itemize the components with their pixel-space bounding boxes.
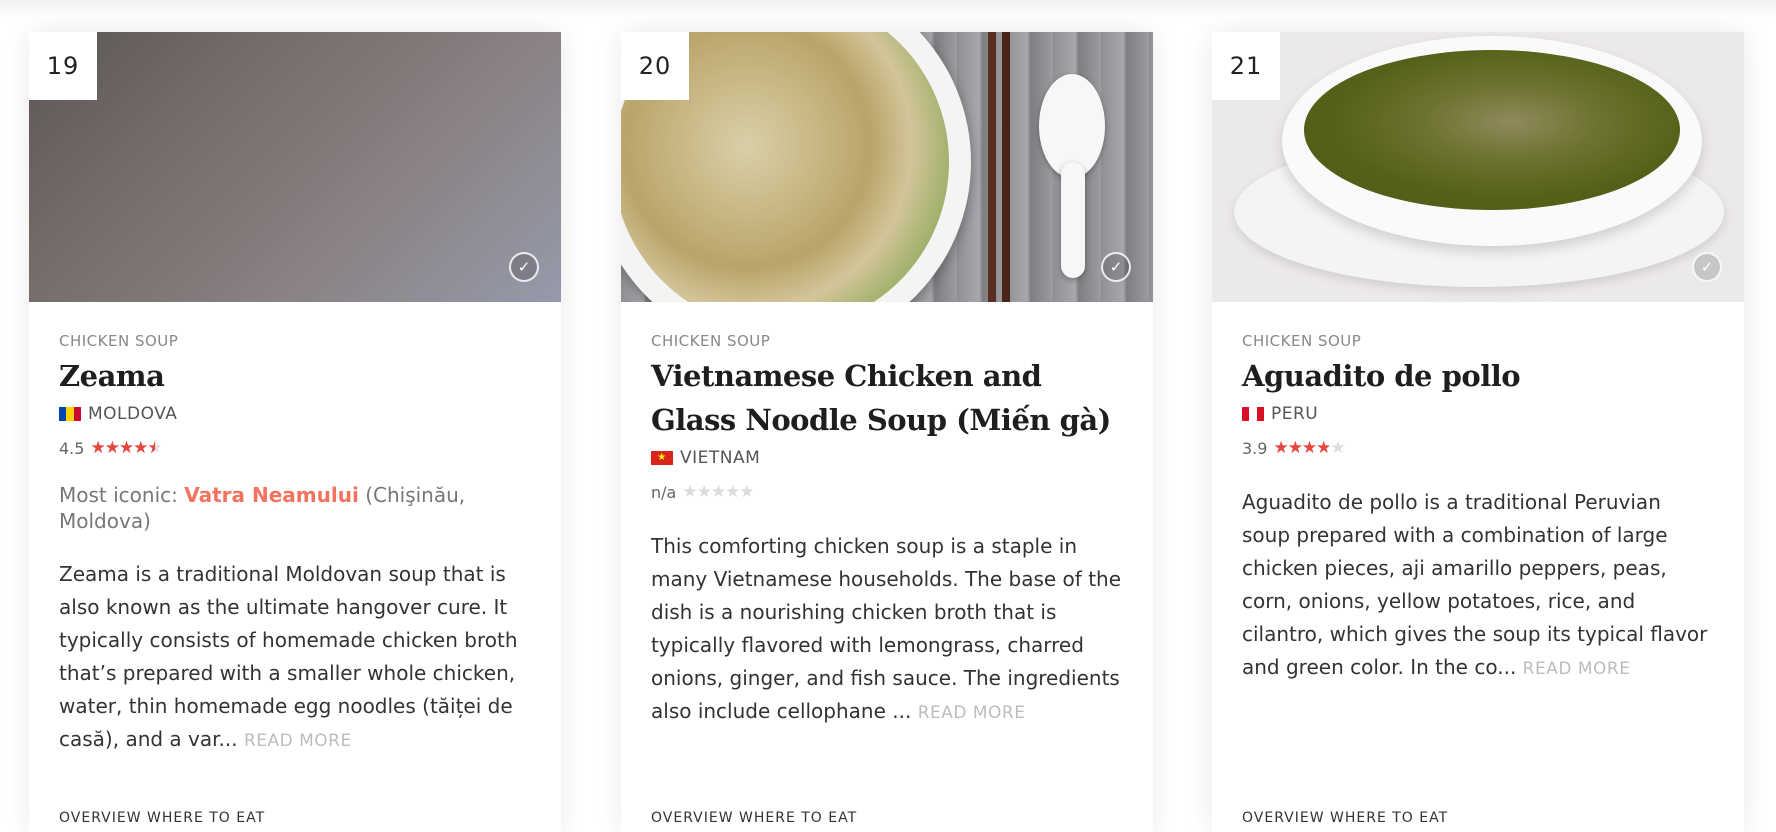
- check-icon[interactable]: ✓: [1101, 252, 1131, 282]
- iconic-place-link[interactable]: Vatra Neamului: [184, 483, 359, 507]
- rating-value: 3.9: [1242, 438, 1268, 458]
- most-iconic: Most iconic: Vatra Neamului (Chişinău, M…: [59, 482, 531, 534]
- rating: 4.5 ★★★★★★★★★★: [59, 438, 531, 458]
- dish-title[interactable]: Zeama: [59, 354, 531, 398]
- dish-description: Zeama is a traditional Moldovan soup tha…: [59, 558, 531, 758]
- check-icon[interactable]: ✓: [1692, 252, 1722, 282]
- read-more-link[interactable]: READ MORE: [1523, 659, 1631, 679]
- dish-description: This comforting chicken soup is a staple…: [651, 530, 1123, 730]
- spoon-image: [1061, 162, 1085, 278]
- dish-card[interactable]: 19 ✓ CHICKEN SOUP Zeama MOLDOVA 4.5 ★★★★…: [29, 32, 561, 832]
- card-footer-links[interactable]: OVERVIEW WHERE TO EAT: [59, 810, 265, 826]
- dish-card[interactable]: 20 ✓ CHICKEN SOUP Vietnamese Chicken and…: [621, 32, 1153, 832]
- dish-photo[interactable]: 19 ✓: [29, 32, 561, 302]
- read-more-link[interactable]: READ MORE: [918, 703, 1026, 723]
- chopsticks-image: [1002, 32, 1010, 302]
- dish-photo[interactable]: 21 ✓: [1212, 32, 1744, 302]
- rank-badge: 20: [621, 32, 689, 100]
- read-more-link[interactable]: READ MORE: [244, 731, 352, 751]
- rating-value: 4.5: [59, 438, 85, 458]
- dish-description: Aguadito de pollo is a traditional Peruv…: [1242, 486, 1714, 686]
- country-link[interactable]: PERU: [1242, 404, 1714, 424]
- card-footer-links[interactable]: OVERVIEW WHERE TO EAT: [1242, 810, 1448, 826]
- dish-photo[interactable]: 20 ✓: [621, 32, 1153, 302]
- description-text: This comforting chicken soup is a staple…: [651, 534, 1122, 723]
- country-name: VIETNAM: [680, 448, 761, 468]
- country-link[interactable]: MOLDOVA: [59, 404, 531, 424]
- check-icon[interactable]: ✓: [509, 252, 539, 282]
- iconic-prefix: Most iconic:: [59, 483, 178, 507]
- moldova-flag-icon: [59, 407, 81, 421]
- rank-badge: 19: [29, 32, 97, 100]
- country-name: PERU: [1271, 404, 1319, 424]
- dish-title[interactable]: Aguadito de pollo: [1242, 354, 1714, 398]
- country-name: MOLDOVA: [88, 404, 178, 424]
- soup-bowl-image: [1282, 36, 1702, 246]
- category-label[interactable]: CHICKEN SOUP: [1242, 332, 1714, 350]
- vietnam-flag-icon: ★: [651, 451, 673, 465]
- card-footer-links[interactable]: OVERVIEW WHERE TO EAT: [651, 810, 857, 826]
- star-rating-icon: ★★★★★★★★★★: [1273, 438, 1345, 458]
- star-rating-icon: ★★★★★★★★★★: [90, 438, 162, 458]
- description-text: Aguadito de pollo is a traditional Peruv…: [1242, 490, 1708, 679]
- rating: n/a ★★★★★★★★★★: [651, 482, 1123, 502]
- rating-value: n/a: [651, 482, 677, 502]
- category-label[interactable]: CHICKEN SOUP: [651, 332, 1123, 350]
- rank-badge: 21: [1212, 32, 1280, 100]
- rating: 3.9 ★★★★★★★★★★: [1242, 438, 1714, 458]
- chopsticks-image: [988, 32, 996, 302]
- peru-flag-icon: [1242, 407, 1264, 421]
- dish-title[interactable]: Vietnamese Chicken and Glass Noodle Soup…: [651, 354, 1123, 442]
- top-shadow: [0, 0, 1776, 18]
- country-link[interactable]: ★ VIETNAM: [651, 448, 1123, 468]
- dish-card[interactable]: 21 ✓ CHICKEN SOUP Aguadito de pollo PERU…: [1212, 32, 1744, 832]
- category-label[interactable]: CHICKEN SOUP: [59, 332, 531, 350]
- description-text: Zeama is a traditional Moldovan soup tha…: [59, 562, 518, 751]
- star-rating-icon: ★★★★★★★★★★: [682, 482, 754, 502]
